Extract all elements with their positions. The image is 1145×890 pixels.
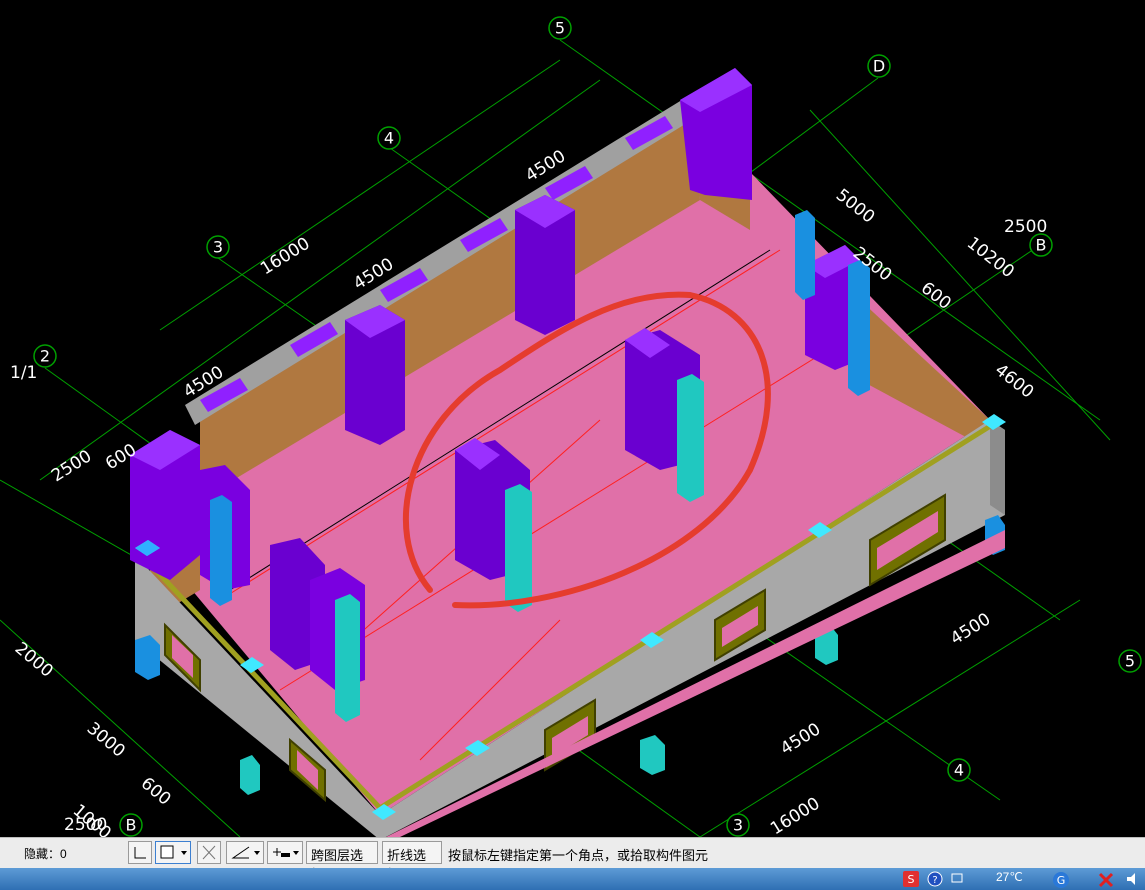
sogou-input-icon[interactable]: S (903, 871, 919, 887)
dim-bottom-1: 4500 (777, 719, 824, 759)
dim-left-2: 2000 (11, 639, 57, 682)
browser-icon[interactable]: G (1052, 871, 1070, 889)
weather-temperature: 27℃ (996, 870, 1023, 884)
dim-right-3: 10200 (963, 233, 1018, 282)
snap-point-dropdown[interactable] (267, 841, 303, 864)
dim-left-4: 600 (137, 774, 175, 810)
angle-snap-dropdown[interactable] (226, 841, 264, 864)
cross-select-button[interactable] (197, 841, 221, 864)
3d-model-viewport[interactable]: 5 4 3 2 D B B 3 4 5 1/1 4500 16000 4500 … (0, 0, 1145, 837)
command-prompt: 按鼠标左键指定第一个角点，或拾取构件图元 (448, 848, 709, 863)
dim-right-0: 5000 (832, 185, 878, 227)
dim-right-1: 2500 (1004, 217, 1047, 237)
dim-left-3: 3000 (83, 719, 129, 762)
grid-bubble-4-top: 4 (384, 129, 394, 148)
svg-text:?: ? (932, 875, 937, 886)
windows-taskbar: S ? 27℃ G (0, 868, 1145, 890)
grid-bubble-B-right: B (1036, 236, 1047, 255)
angle-icon (231, 846, 260, 859)
grid-bubble-D: D (873, 57, 885, 76)
svg-text:G: G (1057, 874, 1066, 887)
network-error-icon[interactable] (1097, 871, 1115, 889)
snap-point-icon (273, 848, 299, 857)
dim-left-0: 2500 (48, 446, 95, 486)
svg-text:S: S (908, 873, 915, 886)
window-icon[interactable] (951, 871, 965, 885)
volume-icon[interactable] (1125, 871, 1141, 887)
cross-layer-select-button[interactable]: 跨图层选择 (306, 841, 378, 882)
hidden-count-label: 隐藏：0 (24, 847, 67, 861)
grid-bubble-3-bottom: 3 (733, 816, 743, 835)
status-bar: 隐藏：0 跨图层选择 折线选择 按鼠标左键指定第一个角点，或拾取构件图元 (0, 837, 1145, 882)
grid-bubble-3-top: 3 (213, 238, 223, 257)
ortho-toggle-button[interactable] (128, 841, 152, 864)
axis-label-1-1: 1/1 (10, 363, 37, 383)
dim-bottom-2: 16000 (767, 794, 823, 837)
dim-bottom-0: 4500 (947, 609, 994, 649)
select-mode-dropdown[interactable] (155, 841, 191, 864)
grid-bubble-4-bottom: 4 (954, 761, 964, 780)
dim-right-5: 4600 (991, 360, 1037, 402)
grid-bubble-B-bottom: B (126, 816, 137, 835)
rect-select-icon (160, 845, 187, 859)
grid-bubble-5-bottom: 5 (1125, 652, 1135, 671)
help-icon[interactable]: ? (927, 871, 943, 887)
ortho-icon (134, 847, 146, 859)
cross-icon (202, 845, 216, 860)
grid-bubble-2-top: 2 (40, 347, 50, 366)
dim-right-4: 600 (917, 278, 955, 314)
grid-bubble-5-top: 5 (555, 19, 565, 38)
polyline-select-button[interactable]: 折线选择 (382, 841, 442, 882)
dim-top-1: 16000 (257, 234, 313, 280)
